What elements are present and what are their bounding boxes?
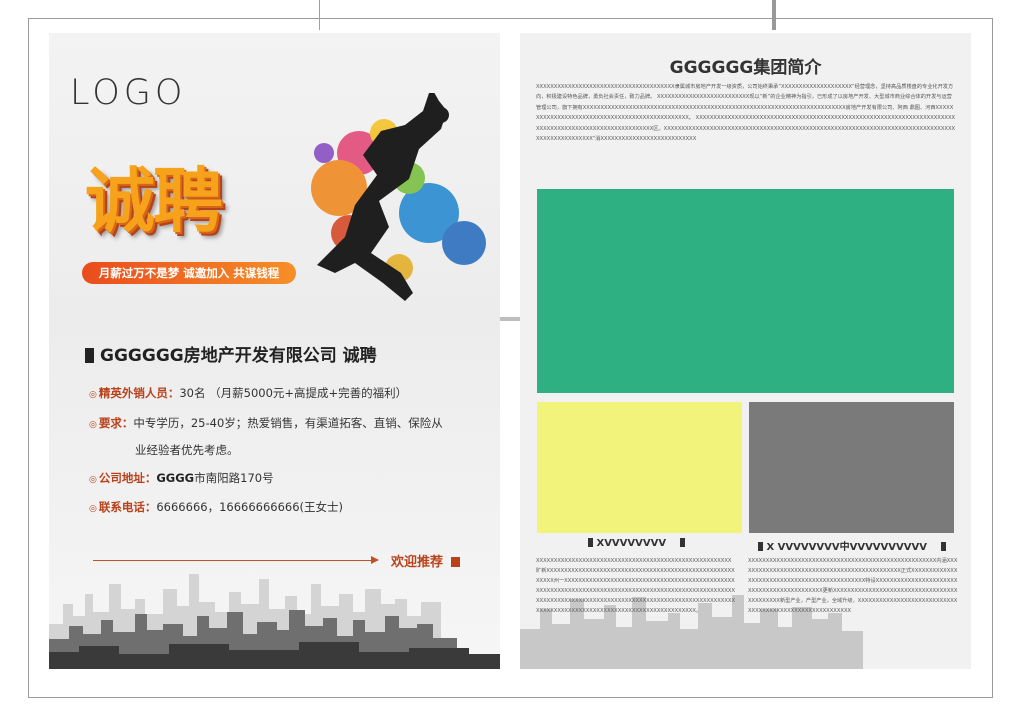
requirement-row: ◎ 要求：中专学历，25-40岁；热爱销售，有渠道拓客、直销、保险从 (89, 415, 443, 431)
crop-mark (319, 0, 320, 30)
square-bullet-icon (940, 542, 946, 551)
address-label: 公司地址： (98, 471, 157, 485)
address-city: GGGG (156, 471, 195, 485)
requirement-line1: 中专学历，25-40岁；热爱销售，有渠道拓客、直销、保险从 (133, 416, 443, 430)
address-value: 市南阳路170号 (194, 471, 274, 485)
crop-mark (772, 0, 776, 30)
page-gap-marker (500, 317, 520, 321)
profile-paragraph: XXXXXXXXXXXXXXXXXXXXXXXXXXXXXXXXXXXXXXX隶… (536, 84, 956, 143)
slogan-banner: 月薪过万不是梦 诚邀加入 共谋钱程 (82, 262, 296, 284)
caption-left: XVVVVVVVV (588, 538, 686, 549)
caption-right: X VVVVVVVV中VVVVVVVVVV (758, 538, 946, 553)
address-row: ◎ 公司地址：GGGG市南阳路170号 (89, 470, 274, 486)
headline-text: 诚聘 (85, 160, 223, 242)
square-bullet-icon (680, 538, 686, 547)
jumping-figure-splash (311, 93, 486, 301)
square-bullet-icon (758, 542, 763, 551)
caption-left-body: XXXXXXXXXXXXXXXXXXXXXXXXXXXXXXXXXXXXXXXX… (536, 558, 736, 614)
requirement-line2: 业经验者优先考虑。 (135, 443, 239, 457)
company-heading: GGGGGG房地产开发有限公司 诚聘 (85, 341, 377, 366)
square-bullet-icon (588, 538, 593, 547)
position-value: 30名 （月薪5000元+高提成+完善的福利） (179, 386, 408, 400)
position-label: 精英外销人员： (98, 386, 180, 400)
circle-bullet-icon: ◎ (89, 475, 97, 485)
image-placeholder-large (537, 189, 954, 393)
circle-bullet-icon: ◎ (89, 390, 97, 400)
caption-left-text: XVVVVVVVV (596, 538, 667, 549)
company-profile-page: GGGGGG集团简介 XXXXXXXXXXXXXXXXXXXXXXXXXXXXX… (520, 33, 971, 669)
image-placeholder-left (537, 402, 742, 533)
company-name: GGGGGG房地产开发有限公司 诚聘 (100, 346, 377, 366)
phone-row: ◎ 联系电话：6666666，16666666666(王女士) (89, 499, 343, 515)
caption-right-text: X VVVVVVVV中VVVVVVVVVV (766, 542, 927, 553)
phone-label: 联系电话： (98, 500, 157, 514)
caption-right-body: XXXXXXXXXXXXXXXXXXXXXXXXXXXXXXXXXXXXXXXX… (748, 558, 958, 614)
phone-value: 6666666，16666666666(王女士) (156, 500, 344, 514)
requirement-label: 要求： (98, 416, 134, 430)
recruitment-poster-page: LOGO 诚聘 月薪过万不是梦 诚邀加入 共谋钱程 GGGGGG房地产开发有限公… (49, 33, 500, 669)
image-placeholder-right (749, 402, 954, 533)
square-bullet-icon (85, 348, 94, 363)
logo-text: LOGO (70, 73, 187, 113)
position-row: ◎ 精英外销人员：30名 （月薪5000元+高提成+完善的福利） (89, 385, 407, 401)
circle-bullet-icon: ◎ (89, 420, 97, 430)
circle-bullet-icon: ◎ (89, 504, 97, 514)
profile-title: GGGGGG集团简介 (669, 58, 822, 78)
city-skyline (49, 574, 500, 669)
